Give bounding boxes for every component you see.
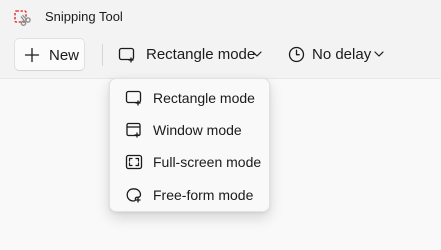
- app-title: Snipping Tool: [45, 9, 123, 24]
- snip-mode-dropdown[interactable]: Rectangle mode: [110, 38, 272, 71]
- new-snip-button[interactable]: New: [14, 38, 85, 71]
- toolbar-divider: [102, 44, 103, 66]
- menu-item-label: Free-form mode: [153, 187, 254, 203]
- menu-item-label: Rectangle mode: [153, 90, 255, 106]
- new-snip-label: New: [49, 47, 80, 64]
- snipping-tool-icon: [14, 10, 31, 26]
- delay-label: No delay: [312, 46, 372, 63]
- title-bar: Snipping Tool: [0, 0, 441, 34]
- chevron-down-icon: [374, 51, 384, 57]
- menu-item-label: Full-screen mode: [153, 154, 262, 170]
- snip-mode-menu: Rectangle mode Window mode Full-screen m…: [109, 78, 270, 212]
- plus-icon: [24, 47, 40, 63]
- window-mode-icon: [126, 122, 141, 138]
- menu-item-full-screen-mode[interactable]: Full-screen mode: [114, 146, 265, 177]
- menu-item-window-mode[interactable]: Window mode: [114, 114, 265, 145]
- delay-dropdown[interactable]: No delay: [280, 38, 395, 71]
- menu-item-rectangle-mode[interactable]: Rectangle mode: [114, 82, 265, 113]
- clock-icon: [288, 46, 305, 63]
- chevron-down-icon: [252, 51, 262, 57]
- full-screen-mode-icon: [125, 154, 143, 170]
- free-form-mode-icon: [126, 188, 142, 203]
- snip-mode-label: Rectangle mode: [146, 46, 256, 63]
- menu-item-label: Window mode: [153, 122, 242, 138]
- menu-item-free-form-mode[interactable]: Free-form mode: [114, 179, 265, 210]
- rectangle-mode-icon: [118, 47, 135, 63]
- rectangle-mode-icon: [125, 90, 142, 106]
- toolbar: New Rectangle mode No delay: [0, 34, 441, 78]
